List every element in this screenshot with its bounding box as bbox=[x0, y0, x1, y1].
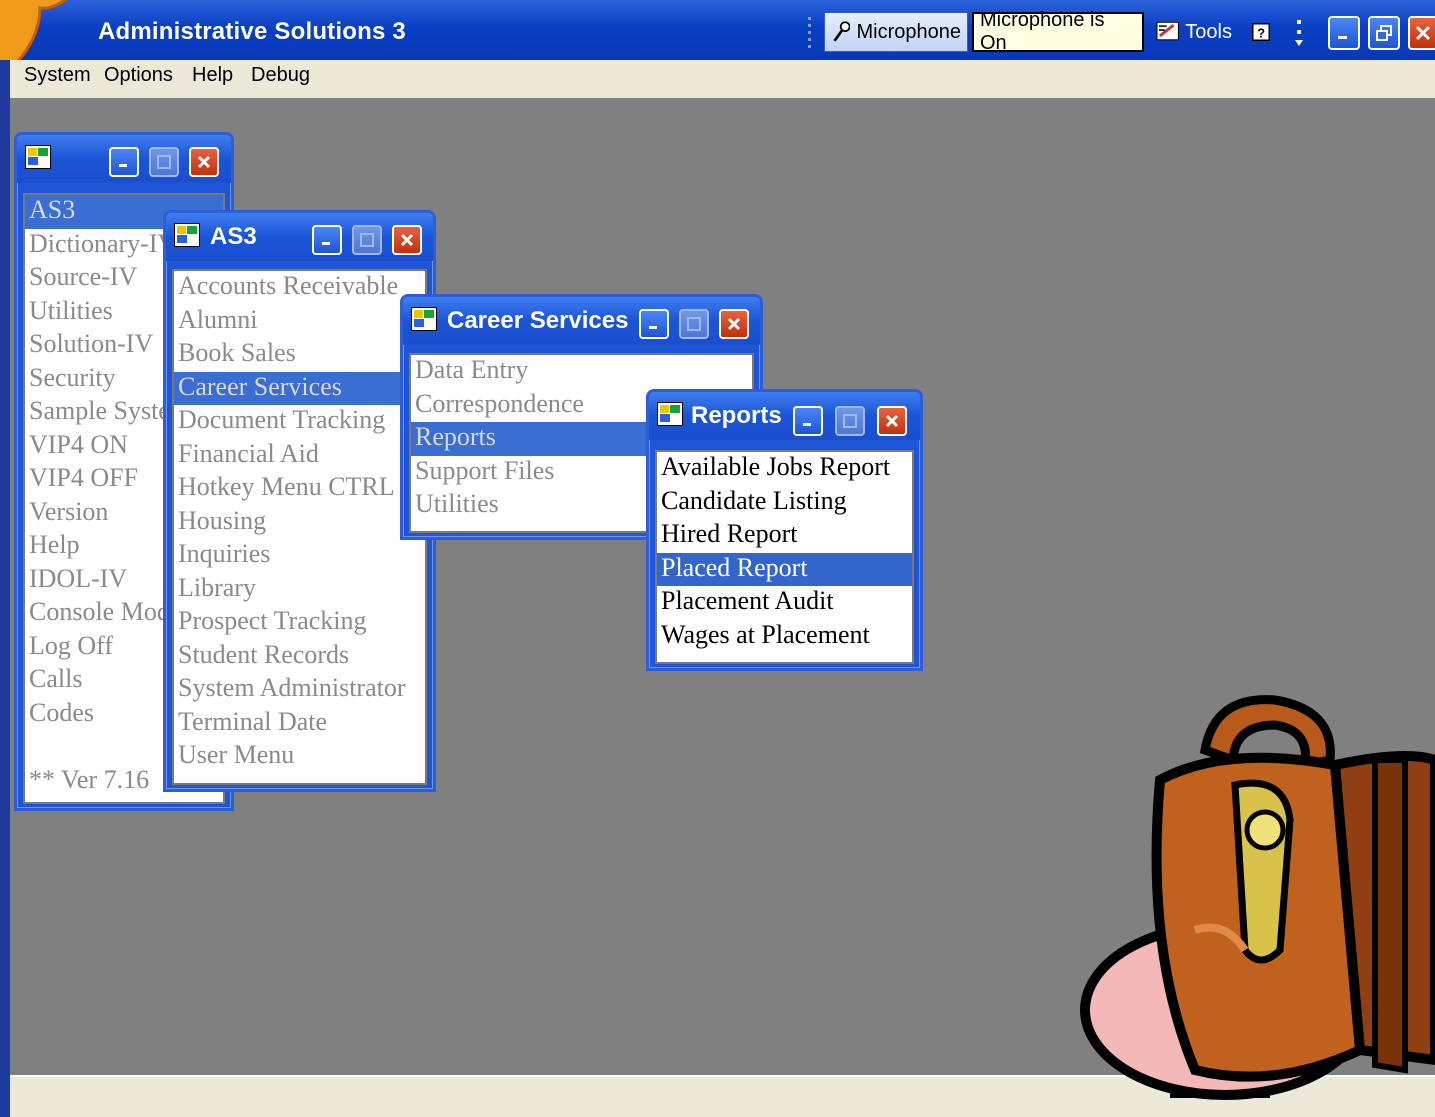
svg-text:?: ? bbox=[1257, 25, 1265, 40]
list-item[interactable]: Wages at Placement bbox=[657, 620, 912, 654]
as3-menu-window[interactable]: AS3 Accounts Receivable Alumni Book Sale… bbox=[163, 210, 436, 792]
restore-icon bbox=[1376, 25, 1392, 41]
list-item[interactable]: Housing bbox=[174, 506, 425, 540]
close-icon bbox=[400, 233, 414, 247]
list-item[interactable]: Career Services bbox=[174, 371, 425, 405]
tools-icon bbox=[1156, 21, 1179, 41]
menu-options[interactable]: Options bbox=[104, 64, 173, 87]
list-item[interactable]: Book Sales bbox=[174, 338, 425, 372]
list-item[interactable]: Available Jobs Report bbox=[657, 452, 912, 486]
list-item[interactable]: Hired Report bbox=[657, 519, 912, 553]
list-item[interactable]: Placement Audit bbox=[657, 586, 912, 620]
microphone-button[interactable]: Microphone bbox=[824, 12, 968, 52]
window-border bbox=[0, 60, 10, 1115]
microphone-icon bbox=[833, 21, 851, 42]
close-icon bbox=[885, 414, 899, 428]
list-item[interactable]: System Administrator bbox=[174, 673, 425, 707]
close-button[interactable] bbox=[719, 309, 749, 339]
minimize-button[interactable] bbox=[312, 225, 342, 255]
list-item[interactable]: Financial Aid bbox=[174, 439, 425, 473]
window-icon bbox=[657, 402, 683, 426]
list-item[interactable]: Accounts Receivable bbox=[174, 271, 425, 305]
list-item[interactable]: Library bbox=[174, 573, 425, 607]
list-item[interactable]: Inquiries bbox=[174, 539, 425, 573]
menu-debug[interactable]: Debug bbox=[251, 64, 310, 87]
menu-help[interactable]: Help bbox=[192, 64, 233, 87]
list-item[interactable]: Prospect Tracking bbox=[174, 606, 425, 640]
list-item[interactable]: Terminal Date bbox=[174, 707, 425, 741]
help-icon: ? bbox=[1252, 23, 1270, 41]
maximize-icon bbox=[360, 233, 374, 247]
microphone-status-text: Microphone is On bbox=[980, 9, 1105, 54]
maximize-button bbox=[149, 147, 179, 177]
close-icon bbox=[1415, 25, 1431, 41]
menu-list: Available Jobs Report Candidate Listing … bbox=[655, 450, 914, 664]
minimize-icon bbox=[119, 164, 127, 167]
language-bar-options-icon[interactable] bbox=[1292, 18, 1306, 50]
minimize-button[interactable] bbox=[639, 309, 669, 339]
microphone-label: Microphone bbox=[856, 20, 961, 43]
maximize-button bbox=[679, 309, 709, 339]
list-item[interactable]: Candidate Listing bbox=[657, 486, 912, 520]
minimize-icon bbox=[1338, 36, 1347, 39]
reports-window[interactable]: Reports Available Jobs Report Candidate … bbox=[646, 389, 923, 671]
maximize-icon bbox=[843, 414, 857, 428]
app-close-button[interactable] bbox=[1408, 16, 1435, 50]
app-minimize-button[interactable] bbox=[1328, 16, 1360, 50]
close-button[interactable] bbox=[877, 406, 907, 436]
close-icon bbox=[727, 317, 741, 331]
briefcase-clipart bbox=[1080, 695, 1435, 1100]
maximize-button bbox=[835, 406, 865, 436]
tools-button[interactable]: Tools bbox=[1150, 12, 1238, 52]
list-item[interactable]: User Menu bbox=[174, 740, 425, 774]
minimize-icon bbox=[322, 242, 330, 245]
maximize-button bbox=[352, 225, 382, 255]
close-icon bbox=[197, 155, 211, 169]
list-item[interactable]: Data Entry bbox=[411, 355, 752, 389]
app-title: Administrative Solutions 3 bbox=[98, 18, 406, 45]
menu-system[interactable]: System bbox=[24, 64, 91, 87]
help-button[interactable]: ? bbox=[1246, 12, 1276, 52]
list-item[interactable]: Document Tracking bbox=[174, 405, 425, 439]
window-title: Reports bbox=[691, 402, 782, 429]
close-button[interactable] bbox=[189, 147, 219, 177]
minimize-icon bbox=[803, 423, 811, 426]
window-icon bbox=[174, 223, 200, 247]
minimize-icon bbox=[649, 326, 657, 329]
tools-label: Tools bbox=[1185, 20, 1232, 43]
window-icon bbox=[411, 307, 437, 331]
maximize-icon bbox=[157, 155, 171, 169]
maximize-icon bbox=[687, 317, 701, 331]
window-title: Career Services bbox=[447, 307, 629, 334]
menu-list: Accounts Receivable Alumni Book Sales Ca… bbox=[172, 269, 427, 785]
window-icon bbox=[25, 145, 51, 169]
close-button[interactable] bbox=[392, 225, 422, 255]
window-title: AS3 bbox=[210, 223, 257, 250]
list-item[interactable]: Hotkey Menu CTRL bbox=[174, 472, 425, 506]
list-item[interactable]: Placed Report bbox=[657, 552, 912, 586]
language-bar-handle[interactable] bbox=[806, 14, 814, 50]
app-restore-button[interactable] bbox=[1368, 16, 1400, 50]
minimize-button[interactable] bbox=[109, 147, 139, 177]
list-item[interactable]: Alumni bbox=[174, 305, 425, 339]
microphone-status: Microphone is On bbox=[972, 9, 1144, 54]
minimize-button[interactable] bbox=[793, 406, 823, 436]
list-item[interactable]: Student Records bbox=[174, 640, 425, 674]
